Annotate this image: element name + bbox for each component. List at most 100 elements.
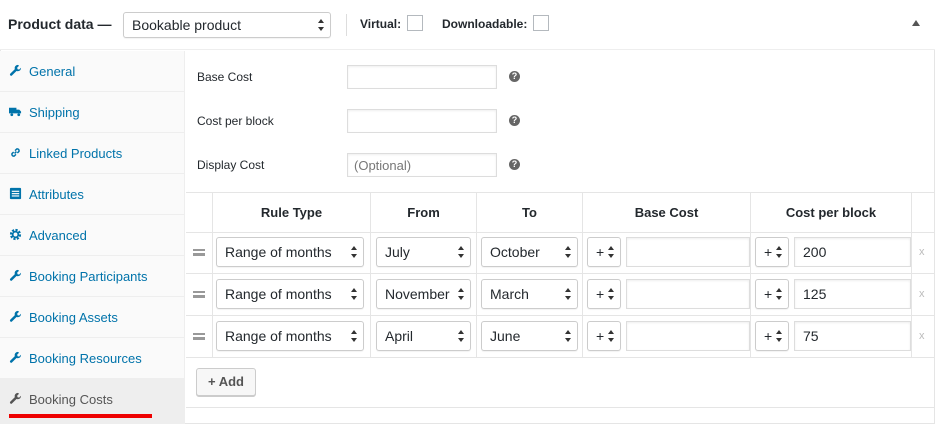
tab-booking-resources-label: Booking Resources	[29, 351, 142, 366]
base-cost-modifier-select[interactable]: +	[587, 237, 621, 267]
cost-per-block-modifier-value: +	[764, 286, 773, 302]
select-arrows-icon	[351, 246, 358, 258]
rule-type-value: Range of months	[225, 244, 332, 260]
base-cost-modifier-select[interactable]: +	[587, 279, 621, 309]
header-divider	[346, 14, 347, 36]
cost-per-block-input[interactable]	[347, 109, 497, 133]
tab-booking-assets-label: Booking Assets	[29, 310, 118, 325]
downloadable-checkbox[interactable]	[533, 15, 549, 31]
rule-type-value: Range of months	[225, 286, 332, 302]
cost-per-block-input[interactable]: 200	[794, 237, 911, 267]
select-arrows-icon	[776, 288, 783, 300]
base-cost-modifier-select[interactable]: +	[587, 321, 621, 351]
from-value: April	[385, 328, 414, 344]
downloadable-label: Downloadable:	[442, 17, 528, 31]
select-arrows-icon	[776, 330, 783, 342]
select-arrows-icon	[608, 330, 615, 342]
base-cost-input[interactable]	[626, 279, 750, 309]
col-cost-per-block: Cost per block	[785, 205, 877, 220]
cost-per-block-input[interactable]: 75	[794, 321, 911, 351]
table-header-row: Rule Type From To Base Cost Cost per blo…	[186, 193, 935, 233]
to-select[interactable]: March	[481, 279, 578, 309]
base-cost-label: Base Cost	[197, 70, 253, 84]
col-to: To	[522, 205, 537, 220]
help-icon[interactable]: ?	[509, 71, 520, 82]
cost-per-block-input[interactable]: 125	[794, 279, 911, 309]
rule-type-value: Range of months	[225, 328, 332, 344]
select-arrows-icon	[565, 330, 572, 342]
help-icon[interactable]: ?	[509, 159, 520, 170]
select-arrows-icon	[776, 246, 783, 258]
tab-attributes[interactable]: Attributes	[0, 174, 185, 215]
tab-booking-assets[interactable]: Booking Assets	[0, 297, 185, 338]
collapse-toggle-icon[interactable]	[912, 20, 920, 26]
base-cost-input[interactable]	[626, 237, 750, 267]
to-select[interactable]: October	[481, 237, 578, 267]
from-value: November	[385, 286, 450, 302]
table-row: Range of months July October + +200 x	[186, 232, 935, 274]
drag-handle-icon[interactable]	[193, 249, 205, 256]
col-rule-type: Rule Type	[260, 205, 323, 220]
tab-shipping[interactable]: Shipping	[0, 92, 185, 133]
product-type-value: Bookable product	[132, 17, 241, 33]
help-icon[interactable]: ?	[509, 115, 520, 126]
to-value: October	[490, 244, 540, 260]
wrench-icon	[9, 310, 21, 322]
base-cost-input[interactable]	[347, 65, 497, 89]
product-data-tabs: General Shipping Linked Products Attribu…	[0, 51, 185, 424]
tab-linked-products-label: Linked Products	[29, 146, 123, 161]
col-from: From	[407, 205, 440, 220]
select-arrows-icon	[458, 246, 465, 258]
select-arrows-icon	[351, 288, 358, 300]
base-cost-modifier-value: +	[596, 328, 605, 344]
tab-shipping-label: Shipping	[29, 105, 80, 120]
base-cost-modifier-value: +	[596, 286, 605, 302]
remove-row-button[interactable]: x	[919, 246, 925, 258]
remove-row-button[interactable]: x	[919, 288, 925, 300]
table-row: Range of months April June + +75 x	[186, 316, 935, 358]
col-base-cost: Base Cost	[634, 205, 699, 220]
virtual-checkbox[interactable]	[407, 15, 423, 31]
to-value: June	[490, 328, 521, 344]
select-arrows-icon	[608, 246, 615, 258]
drag-handle-icon[interactable]	[193, 291, 205, 298]
list-icon	[9, 187, 22, 200]
from-select[interactable]: November	[376, 279, 471, 309]
tab-attributes-label: Attributes	[29, 187, 84, 202]
cost-per-block-modifier-select[interactable]: +	[755, 237, 789, 267]
truck-icon	[9, 107, 22, 117]
cost-per-block-modifier-value: +	[764, 328, 773, 344]
display-cost-input[interactable]: (Optional)	[347, 153, 497, 177]
virtual-label: Virtual:	[360, 17, 402, 31]
product-data-header: Product data — Bookable product Virtual:…	[0, 0, 935, 50]
table-row: Range of months November March + +125 x	[186, 274, 935, 316]
cost-per-block-label: Cost per block	[197, 114, 274, 128]
product-data-title: Product data —	[8, 16, 112, 32]
select-arrows-icon	[351, 330, 358, 342]
select-arrows-icon	[458, 330, 465, 342]
base-cost-input[interactable]	[626, 321, 750, 351]
rule-type-select[interactable]: Range of months	[216, 321, 364, 351]
tab-linked-products[interactable]: Linked Products	[0, 133, 185, 174]
tab-advanced[interactable]: Advanced	[0, 215, 185, 256]
add-rule-button[interactable]: + Add	[196, 368, 256, 396]
to-select[interactable]: June	[481, 321, 578, 351]
gear-icon	[9, 228, 22, 241]
tab-booking-participants-label: Booking Participants	[29, 269, 148, 284]
from-select[interactable]: April	[376, 321, 471, 351]
table-footer-divider	[186, 407, 935, 408]
tab-general[interactable]: General	[0, 51, 185, 92]
product-type-select[interactable]: Bookable product	[123, 12, 331, 38]
cost-per-block-modifier-select[interactable]: +	[755, 279, 789, 309]
from-select[interactable]: July	[376, 237, 471, 267]
tab-booking-resources[interactable]: Booking Resources	[0, 338, 185, 379]
rule-type-select[interactable]: Range of months	[216, 279, 364, 309]
drag-handle-icon[interactable]	[193, 333, 205, 340]
tab-booking-participants[interactable]: Booking Participants	[0, 256, 185, 297]
wrench-icon	[9, 392, 21, 404]
remove-row-button[interactable]: x	[919, 330, 925, 342]
cost-rules-table: Rule Type From To Base Cost Cost per blo…	[186, 192, 935, 233]
select-arrows-icon	[318, 19, 325, 31]
cost-per-block-modifier-select[interactable]: +	[755, 321, 789, 351]
rule-type-select[interactable]: Range of months	[216, 237, 364, 267]
